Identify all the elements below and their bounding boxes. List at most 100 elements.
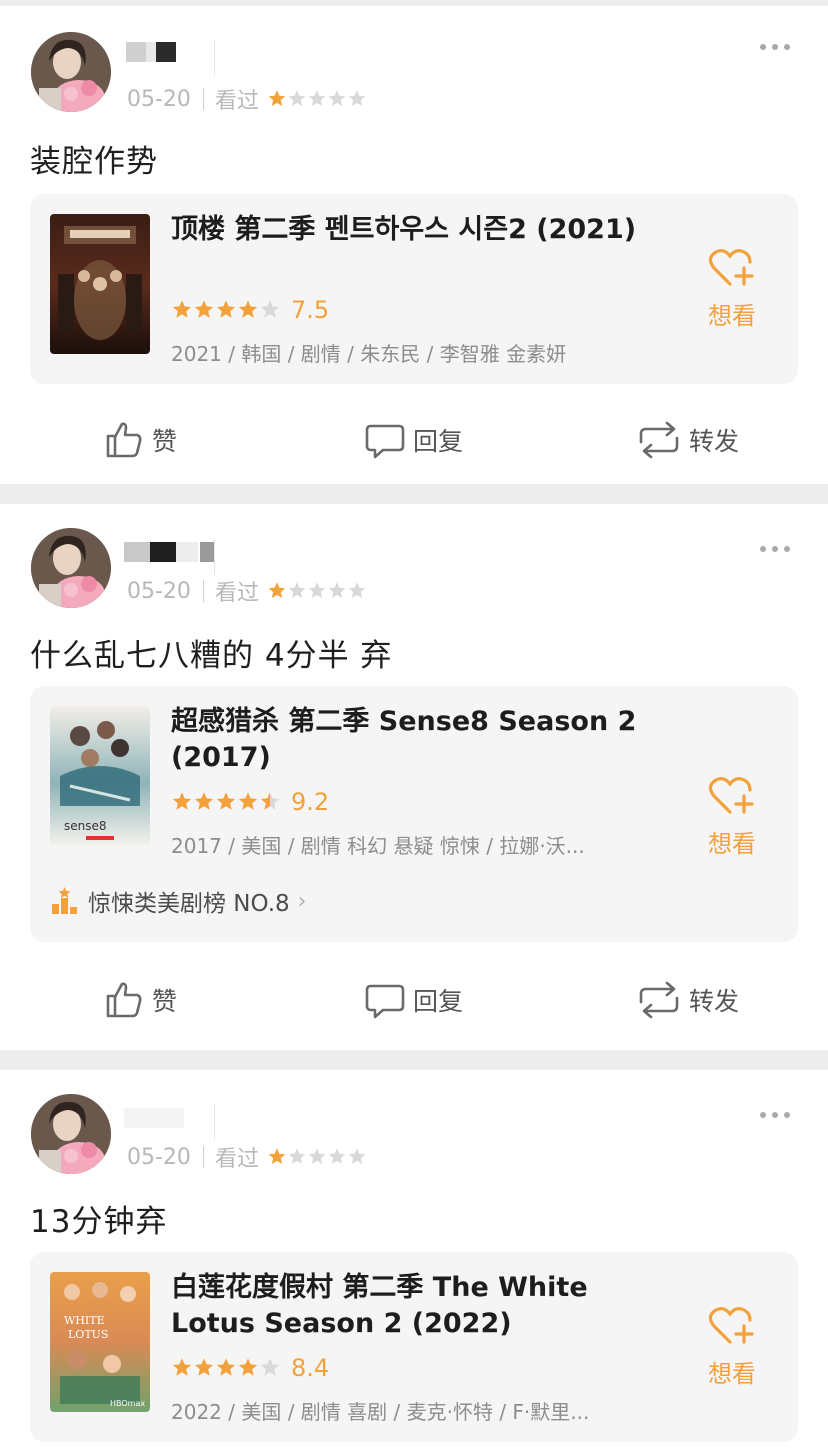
heart-plus-icon <box>708 1307 754 1344</box>
want-to-watch-button[interactable]: 想看 <box>702 248 762 331</box>
movie-rating-stars <box>171 1357 281 1379</box>
star-filled-icon <box>268 90 286 106</box>
reply-label: 回复 <box>413 987 464 1016</box>
divider <box>202 580 204 602</box>
user-avatar[interactable] <box>31 1094 111 1174</box>
movie-rating: 8.4 <box>171 1354 329 1382</box>
comment-icon <box>365 424 405 459</box>
star-filled-icon <box>172 300 192 318</box>
movie-card[interactable]: WHITE LOTUS HBOmax 白莲花度假村 第二季 The White Lo… <box>30 1252 798 1442</box>
star-empty-icon <box>328 1148 346 1164</box>
star-empty-icon <box>328 582 346 598</box>
sense8-poster: sense8 <box>50 706 150 846</box>
star-filled-icon <box>268 1148 286 1164</box>
want-to-watch-button[interactable]: 想看 <box>702 776 762 859</box>
watch-status: 看过 <box>214 89 259 114</box>
movie-card[interactable]: sense8 超感猎杀 第二季 Sense8 Season 2 (2017) 9… <box>30 686 798 942</box>
want-to-watch-button[interactable]: 想看 <box>702 1306 762 1389</box>
star-empty-icon <box>308 1148 326 1164</box>
like-label: 赞 <box>152 427 178 456</box>
white-lotus-poster: WHITE LOTUS HBOmax <box>50 1272 150 1412</box>
post-date: 05-20 <box>127 86 191 112</box>
star-filled-icon <box>172 792 192 810</box>
star-filled-icon <box>194 792 214 810</box>
movie-rating-stars <box>171 791 281 813</box>
reply-label: 回复 <box>413 427 464 456</box>
repost-label: 转发 <box>689 427 740 456</box>
movie-title[interactable]: 超感猎杀 第二季 Sense8 Season 2 (2017) <box>171 704 641 776</box>
chevron-right-icon: › <box>297 888 307 914</box>
penthouse-poster <box>50 214 150 354</box>
comment-text: 装腔作势 <box>30 144 158 180</box>
star-empty-icon <box>260 1358 280 1376</box>
ranking-link[interactable]: 惊悚类美剧榜 NO.8 › <box>50 884 306 918</box>
movie-title[interactable]: 顶楼 第二季 펜트하우스 시즌2 (2021) <box>171 212 641 248</box>
post-meta: 05-20 看过 <box>127 576 367 606</box>
comment-text: 13分钟弃 <box>30 1204 168 1240</box>
star-filled-icon <box>268 582 286 598</box>
user-avatar[interactable] <box>31 32 111 112</box>
divider <box>202 88 204 110</box>
movie-score: 9.2 <box>291 788 330 816</box>
reply-button[interactable]: 回复 <box>365 970 463 1030</box>
post-date: 05-20 <box>127 578 191 604</box>
movie-rating: 7.5 <box>171 296 329 324</box>
movie-score: 8.4 <box>291 1354 330 1382</box>
comment-text: 什么乱七八糟的 4分半 弃 <box>30 638 393 674</box>
username-redacted <box>124 38 214 70</box>
movie-info: 2021 / 韩国 / 剧情 / 朱东民 / 李智雅 金素妍 <box>171 342 567 366</box>
want-label: 想看 <box>708 830 756 858</box>
repost-button[interactable]: 转发 <box>637 410 739 470</box>
star-filled-icon <box>238 1358 258 1376</box>
repost-icon <box>639 981 679 1019</box>
like-button[interactable]: 赞 <box>104 970 177 1030</box>
star-half-icon <box>260 792 280 810</box>
star-empty-icon <box>288 1148 306 1164</box>
repost-button[interactable]: 转发 <box>637 970 739 1030</box>
star-empty-icon <box>348 582 366 598</box>
user-avatar[interactable] <box>31 528 111 608</box>
repost-label: 转发 <box>689 987 740 1016</box>
movie-rating-stars <box>171 299 281 321</box>
divider <box>214 40 215 76</box>
more-options-icon[interactable] <box>760 1112 790 1118</box>
star-empty-icon <box>260 300 280 318</box>
more-options-icon[interactable] <box>760 546 790 552</box>
svg-text:LOTUS: LOTUS <box>68 1328 108 1341</box>
divider <box>214 538 215 574</box>
svg-text:WHITE: WHITE <box>64 1314 105 1327</box>
review-post: 05-20 看过 装腔作势 顶楼 第二季 펜트하우스 시즌2 (2021) 7.… <box>0 0 828 484</box>
divider <box>202 1146 204 1168</box>
watch-status: 看过 <box>214 1147 259 1172</box>
star-filled-icon <box>238 300 258 318</box>
heart-plus-icon <box>708 777 754 814</box>
more-options-icon[interactable] <box>760 44 790 50</box>
movie-info: 2017 / 美国 / 剧情 科幻 悬疑 惊悚 / 拉娜·沃... <box>171 834 585 858</box>
divider <box>214 1104 215 1140</box>
post-meta: 05-20 看过 <box>127 1142 367 1172</box>
star-empty-icon <box>308 90 326 106</box>
repost-icon <box>639 421 679 459</box>
star-filled-icon <box>194 300 214 318</box>
movie-score: 7.5 <box>291 296 330 324</box>
star-empty-icon <box>288 582 306 598</box>
star-empty-icon <box>308 582 326 598</box>
like-button[interactable]: 赞 <box>104 410 177 470</box>
post-actions: 赞 回复 转发 <box>0 410 828 470</box>
ranking-icon <box>52 887 77 914</box>
review-post: 05-20 看过 13分钟弃 WHITE LOTUS HBOmax 白莲花度假村 第… <box>0 1070 828 1454</box>
svg-text:HBOmax: HBOmax <box>110 1399 145 1408</box>
movie-title[interactable]: 白莲花度假村 第二季 The White Lotus Season 2 (202… <box>171 1270 641 1342</box>
star-filled-icon <box>194 1358 214 1376</box>
reply-button[interactable]: 回复 <box>365 410 463 470</box>
star-empty-icon <box>328 90 346 106</box>
want-label: 想看 <box>708 1360 756 1388</box>
star-empty-icon <box>288 90 306 106</box>
star-empty-icon <box>348 90 366 106</box>
user-rating-stars <box>267 89 367 109</box>
user-rating-stars <box>267 581 367 601</box>
ranking-label: 惊悚类美剧榜 NO.8 <box>88 891 290 917</box>
post-meta: 05-20 看过 <box>127 84 367 114</box>
movie-card[interactable]: 顶楼 第二季 펜트하우스 시즌2 (2021) 7.5 2021 / 韩国 / … <box>30 194 798 384</box>
user-rating-stars <box>267 1147 367 1167</box>
